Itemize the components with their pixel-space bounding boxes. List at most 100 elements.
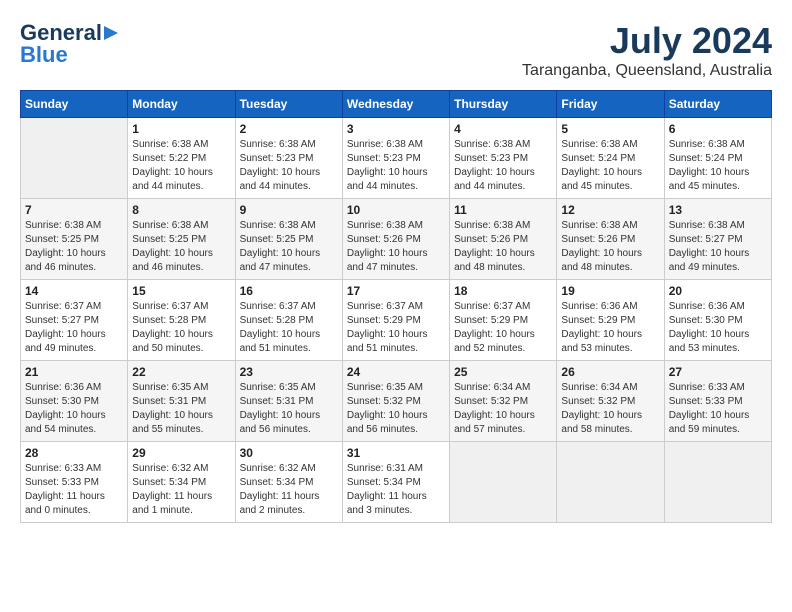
- location-title: Taranganba, Queensland, Australia: [522, 62, 772, 80]
- calendar-cell: 2Sunrise: 6:38 AM Sunset: 5:23 PM Daylig…: [235, 118, 342, 199]
- weekday-header-sunday: Sunday: [21, 91, 128, 118]
- day-info: Sunrise: 6:38 AM Sunset: 5:24 PM Dayligh…: [669, 138, 767, 194]
- calendar-cell: 20 Sunrise: 6:36 AM Sunset: 5:30 PM Dayli…: [664, 280, 771, 361]
- day-info: Sunrise: 6:38 AM Sunset: 5:22 PM Dayligh…: [132, 138, 230, 194]
- day-info: Sunrise: 6:35 AM Sunset: 5:31 PM Dayligh…: [132, 381, 230, 437]
- calendar-cell: 18 Sunrise: 6:37 AM Sunset: 5:29 PM Dayli…: [450, 280, 557, 361]
- calendar-cell: 7 Sunrise: 6:38 AM Sunset: 5:25 PM Daylig…: [21, 199, 128, 280]
- day-info: Sunrise: 6:37 AM Sunset: 5:27 PM Dayligh…: [25, 300, 123, 356]
- day-info: Sunrise: 6:33 AM Sunset: 5:33 PM Dayligh…: [25, 462, 123, 518]
- day-info: Sunrise: 6:34 AM Sunset: 5:32 PM Dayligh…: [454, 381, 552, 437]
- day-info: Sunrise: 6:36 AM Sunset: 5:29 PM Dayligh…: [561, 300, 659, 356]
- page-header: General Blue July 2024 Taranganba, Queen…: [20, 20, 772, 80]
- weekday-header-friday: Friday: [557, 91, 664, 118]
- logo-blue: Blue: [20, 42, 68, 68]
- calendar-cell: [450, 442, 557, 523]
- weekday-header-tuesday: Tuesday: [235, 91, 342, 118]
- day-number: 24: [347, 365, 445, 379]
- day-number: 2: [240, 122, 338, 136]
- day-number: 4: [454, 122, 552, 136]
- calendar-cell: 12Sunrise: 6:38 AM Sunset: 5:26 PM Dayli…: [557, 199, 664, 280]
- day-number: 8: [132, 203, 230, 217]
- calendar-cell: 25 Sunrise: 6:34 AM Sunset: 5:32 PM Dayli…: [450, 361, 557, 442]
- calendar-cell: 8 Sunrise: 6:38 AM Sunset: 5:25 PM Daylig…: [128, 199, 235, 280]
- calendar-cell: 4 Sunrise: 6:38 AM Sunset: 5:23 PM Daylig…: [450, 118, 557, 199]
- day-number: 27: [669, 365, 767, 379]
- day-number: 15: [132, 284, 230, 298]
- calendar-cell: 27 Sunrise: 6:33 AM Sunset: 5:33 PM Dayli…: [664, 361, 771, 442]
- day-info: Sunrise: 6:38 AM Sunset: 5:26 PM Dayligh…: [454, 219, 552, 275]
- day-info: Sunrise: 6:34 AM Sunset: 5:32 PM Dayligh…: [561, 381, 659, 437]
- calendar-cell: [21, 118, 128, 199]
- day-number: 9: [240, 203, 338, 217]
- weekday-header-wednesday: Wednesday: [342, 91, 449, 118]
- calendar-cell: 26 Sunrise: 6:34 AM Sunset: 5:32 PM Dayli…: [557, 361, 664, 442]
- day-number: 19: [561, 284, 659, 298]
- day-info: Sunrise: 6:37 AM Sunset: 5:28 PM Dayligh…: [132, 300, 230, 356]
- calendar-week-2: 7 Sunrise: 6:38 AM Sunset: 5:25 PM Daylig…: [21, 199, 772, 280]
- day-info: Sunrise: 6:38 AM Sunset: 5:23 PM Dayligh…: [347, 138, 445, 194]
- calendar-cell: 24Sunrise: 6:35 AM Sunset: 5:32 PM Dayli…: [342, 361, 449, 442]
- day-info: Sunrise: 6:32 AM Sunset: 5:34 PM Dayligh…: [240, 462, 338, 518]
- day-number: 26: [561, 365, 659, 379]
- day-number: 3: [347, 122, 445, 136]
- calendar-cell: 6 Sunrise: 6:38 AM Sunset: 5:24 PM Daylig…: [664, 118, 771, 199]
- day-number: 23: [240, 365, 338, 379]
- day-info: Sunrise: 6:33 AM Sunset: 5:33 PM Dayligh…: [669, 381, 767, 437]
- title-block: July 2024 Taranganba, Queensland, Austra…: [522, 20, 772, 80]
- calendar-cell: 21Sunrise: 6:36 AM Sunset: 5:30 PM Dayli…: [21, 361, 128, 442]
- day-number: 17: [347, 284, 445, 298]
- calendar-table: SundayMondayTuesdayWednesdayThursdayFrid…: [20, 90, 772, 523]
- calendar-cell: [557, 442, 664, 523]
- day-info: Sunrise: 6:38 AM Sunset: 5:23 PM Dayligh…: [454, 138, 552, 194]
- day-info: Sunrise: 6:38 AM Sunset: 5:25 PM Dayligh…: [240, 219, 338, 275]
- day-number: 12: [561, 203, 659, 217]
- calendar-cell: 13Sunrise: 6:38 AM Sunset: 5:27 PM Dayli…: [664, 199, 771, 280]
- day-number: 1: [132, 122, 230, 136]
- day-info: Sunrise: 6:38 AM Sunset: 5:24 PM Dayligh…: [561, 138, 659, 194]
- calendar-cell: 28 Sunrise: 6:33 AM Sunset: 5:33 PM Dayli…: [21, 442, 128, 523]
- day-number: 29: [132, 446, 230, 460]
- calendar-cell: 14Sunrise: 6:37 AM Sunset: 5:27 PM Dayli…: [21, 280, 128, 361]
- calendar-week-5: 28 Sunrise: 6:33 AM Sunset: 5:33 PM Dayli…: [21, 442, 772, 523]
- calendar-body: 1 Sunrise: 6:38 AM Sunset: 5:22 PM Daylig…: [21, 118, 772, 523]
- calendar-cell: 1 Sunrise: 6:38 AM Sunset: 5:22 PM Daylig…: [128, 118, 235, 199]
- day-info: Sunrise: 6:35 AM Sunset: 5:31 PM Dayligh…: [240, 381, 338, 437]
- calendar-cell: 11 Sunrise: 6:38 AM Sunset: 5:26 PM Dayli…: [450, 199, 557, 280]
- calendar-cell: 17Sunrise: 6:37 AM Sunset: 5:29 PM Dayli…: [342, 280, 449, 361]
- month-title: July 2024: [522, 20, 772, 62]
- logo-arrow-icon: [104, 23, 124, 43]
- day-number: 28: [25, 446, 123, 460]
- day-info: Sunrise: 6:36 AM Sunset: 5:30 PM Dayligh…: [669, 300, 767, 356]
- day-number: 6: [669, 122, 767, 136]
- day-number: 22: [132, 365, 230, 379]
- day-number: 31: [347, 446, 445, 460]
- weekday-header-monday: Monday: [128, 91, 235, 118]
- day-info: Sunrise: 6:38 AM Sunset: 5:25 PM Dayligh…: [132, 219, 230, 275]
- day-number: 11: [454, 203, 552, 217]
- day-number: 5: [561, 122, 659, 136]
- day-info: Sunrise: 6:31 AM Sunset: 5:34 PM Dayligh…: [347, 462, 445, 518]
- day-number: 10: [347, 203, 445, 217]
- calendar-week-1: 1 Sunrise: 6:38 AM Sunset: 5:22 PM Daylig…: [21, 118, 772, 199]
- calendar-cell: 31 Sunrise: 6:31 AM Sunset: 5:34 PM Dayli…: [342, 442, 449, 523]
- day-number: 20: [669, 284, 767, 298]
- calendar-cell: 9 Sunrise: 6:38 AM Sunset: 5:25 PM Daylig…: [235, 199, 342, 280]
- day-info: Sunrise: 6:38 AM Sunset: 5:26 PM Dayligh…: [347, 219, 445, 275]
- day-number: 18: [454, 284, 552, 298]
- calendar-cell: 23 Sunrise: 6:35 AM Sunset: 5:31 PM Dayli…: [235, 361, 342, 442]
- day-number: 7: [25, 203, 123, 217]
- calendar-cell: 5 Sunrise: 6:38 AM Sunset: 5:24 PM Daylig…: [557, 118, 664, 199]
- day-info: Sunrise: 6:37 AM Sunset: 5:29 PM Dayligh…: [454, 300, 552, 356]
- calendar-cell: 16Sunrise: 6:37 AM Sunset: 5:28 PM Dayli…: [235, 280, 342, 361]
- day-info: Sunrise: 6:38 AM Sunset: 5:25 PM Dayligh…: [25, 219, 123, 275]
- calendar-header-row: SundayMondayTuesdayWednesdayThursdayFrid…: [21, 91, 772, 118]
- day-number: 25: [454, 365, 552, 379]
- logo: General Blue: [20, 20, 124, 68]
- day-info: Sunrise: 6:36 AM Sunset: 5:30 PM Dayligh…: [25, 381, 123, 437]
- calendar-week-4: 21Sunrise: 6:36 AM Sunset: 5:30 PM Dayli…: [21, 361, 772, 442]
- day-info: Sunrise: 6:38 AM Sunset: 5:27 PM Dayligh…: [669, 219, 767, 275]
- calendar-cell: 15 Sunrise: 6:37 AM Sunset: 5:28 PM Dayli…: [128, 280, 235, 361]
- weekday-header-saturday: Saturday: [664, 91, 771, 118]
- weekday-header-thursday: Thursday: [450, 91, 557, 118]
